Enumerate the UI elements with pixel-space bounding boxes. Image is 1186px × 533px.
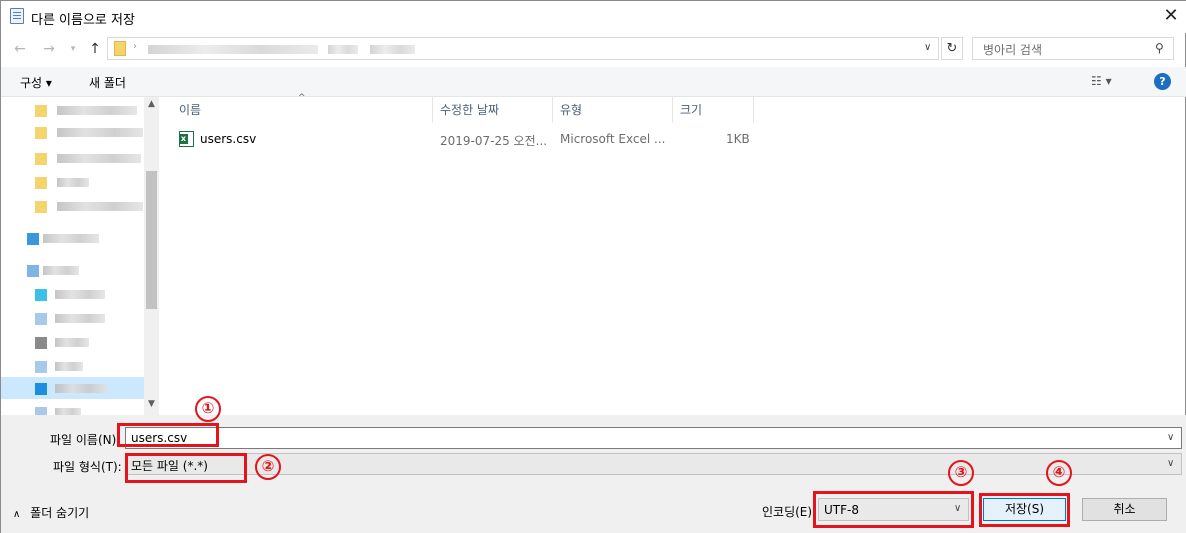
refresh-button[interactable]: ↻	[941, 37, 963, 60]
folder-icon	[35, 201, 47, 213]
annotation-box-filetype	[125, 453, 247, 483]
chevron-up-icon: ∧	[13, 509, 21, 520]
excel-csv-icon	[179, 131, 194, 147]
column-header-type[interactable]: 유형	[554, 97, 673, 123]
computer-icon	[27, 233, 39, 245]
back-icon[interactable]: ←	[10, 39, 30, 59]
organize-button[interactable]: 구성 ▾	[20, 74, 52, 91]
close-button[interactable]: ✕	[1159, 5, 1183, 27]
scroll-up-icon[interactable]: ▲	[144, 99, 159, 113]
recent-locations-icon[interactable]: ▾	[63, 39, 83, 59]
nav-item-redacted	[57, 154, 141, 163]
nav-item-redacted	[55, 362, 83, 371]
address-bar[interactable]: › ∨	[107, 37, 939, 60]
forward-icon[interactable]: →	[39, 39, 59, 59]
search-input[interactable]: 병아리 검색 ⚲	[972, 37, 1174, 60]
command-bar: 구성 ▾ 새 폴더	[1, 67, 1186, 97]
nav-item[interactable]	[1, 307, 146, 329]
nav-item[interactable]	[1, 227, 146, 249]
nav-item[interactable]	[1, 195, 146, 217]
filetype-select[interactable]: 모든 파일 (*.*) ∨	[125, 453, 1182, 475]
drive-icon	[35, 407, 47, 415]
cancel-button[interactable]: 취소	[1082, 498, 1167, 521]
annotation-box-save	[979, 493, 1070, 527]
nav-item[interactable]	[1, 121, 146, 143]
nav-item[interactable]	[1, 147, 146, 169]
up-folder-icon[interactable]: ↑	[85, 39, 105, 59]
folder-icon	[35, 105, 47, 117]
nav-item-redacted	[57, 178, 89, 187]
hide-folders-label: 폴더 숨기기	[30, 506, 90, 520]
annotation-marker-3: ③	[948, 460, 974, 486]
search-placeholder: 병아리 검색	[983, 43, 1043, 57]
nav-scrollbar[interactable]: ▲ ▼	[144, 97, 159, 415]
nav-item-redacted	[57, 128, 143, 137]
search-icon: ⚲	[1155, 41, 1164, 55]
nav-item[interactable]	[1, 355, 146, 377]
change-view-button[interactable]: ☷ ▾	[1091, 74, 1112, 88]
filename-input[interactable]: users.csv ∨	[125, 427, 1182, 449]
drive-icon	[35, 361, 47, 373]
nav-item-redacted	[57, 202, 143, 211]
nav-item[interactable]	[1, 401, 146, 415]
file-row[interactable]: users.csv 2019-07-25 오전... Microsoft Exc…	[173, 128, 763, 150]
folder-icon	[35, 153, 47, 165]
filename-label: 파일 이름(N):	[50, 433, 121, 447]
file-modified: 2019-07-25 오전...	[440, 134, 548, 148]
annotation-marker-4: ④	[1046, 460, 1072, 486]
sort-ascending-icon: ^	[298, 93, 306, 103]
folder-icon	[35, 177, 47, 189]
drive-icon	[35, 337, 47, 349]
annotation-box-filename	[117, 423, 219, 447]
breadcrumb-redacted	[370, 45, 415, 54]
chevron-down-icon[interactable]: ∨	[924, 42, 931, 53]
nav-item-redacted	[55, 408, 81, 415]
nav-item-redacted	[55, 290, 105, 299]
column-header-modified[interactable]: 수정한 날짜	[434, 97, 553, 123]
column-header-size[interactable]: 크기	[674, 97, 754, 123]
drive-icon	[35, 289, 47, 301]
nav-item-redacted	[55, 384, 107, 393]
breadcrumb-redacted	[328, 45, 358, 54]
nav-item-redacted	[43, 234, 99, 243]
breadcrumb-separator: ›	[133, 41, 137, 52]
window-title: 다른 이름으로 저장	[31, 13, 135, 28]
nav-item[interactable]	[1, 331, 146, 353]
chevron-down-icon[interactable]: ∨	[1167, 458, 1174, 469]
file-name: users.csv	[200, 132, 257, 146]
nav-item-selected[interactable]	[1, 377, 146, 399]
annotation-marker-2: ②	[255, 454, 281, 480]
annotation-box-encoding	[813, 491, 974, 528]
nav-item-redacted	[55, 314, 105, 323]
scroll-down-icon[interactable]: ▼	[144, 399, 159, 413]
folder-icon	[114, 41, 126, 56]
nav-item[interactable]	[1, 99, 146, 121]
filetype-label: 파일 형식(T):	[53, 460, 122, 474]
nav-item-redacted	[55, 338, 89, 347]
save-as-dialog: 다른 이름으로 저장 ✕ ← → ▾ ↑ › ∨ ↻ 병아리 검색 ⚲ 구성 ▾…	[0, 0, 1186, 533]
new-folder-button[interactable]: 새 폴더	[89, 74, 126, 91]
nav-item[interactable]	[1, 283, 146, 305]
network-icon	[27, 265, 39, 277]
nav-item-redacted	[57, 106, 137, 115]
drive-icon	[35, 383, 47, 395]
encoding-label: 인코딩(E):	[762, 505, 817, 519]
file-type: Microsoft Excel ...	[560, 132, 666, 146]
navigation-pane[interactable]	[1, 97, 159, 415]
chevron-down-icon[interactable]: ∨	[1167, 432, 1174, 443]
annotation-marker-1: ①	[195, 396, 221, 422]
help-icon[interactable]: ?	[1154, 73, 1171, 90]
title-bar: 다른 이름으로 저장 ✕	[1, 1, 1186, 33]
breadcrumb-redacted	[148, 45, 318, 54]
nav-item-redacted	[43, 266, 79, 275]
folder-icon	[35, 127, 47, 139]
nav-item[interactable]	[1, 171, 146, 193]
nav-item[interactable]	[1, 259, 146, 281]
hide-folders-toggle[interactable]: ∧ 폴더 숨기기	[13, 504, 89, 521]
drive-icon	[35, 313, 47, 325]
file-size: 1KB	[726, 132, 750, 146]
scroll-thumb[interactable]	[146, 171, 157, 309]
notepad-icon	[10, 8, 24, 24]
